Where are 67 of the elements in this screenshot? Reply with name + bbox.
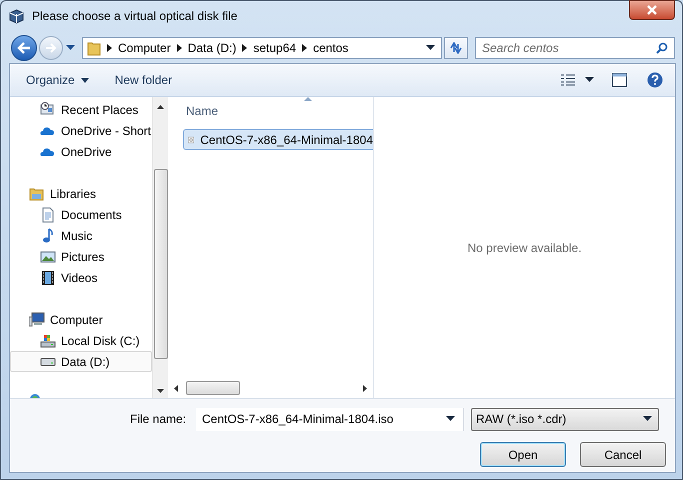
breadcrumb[interactable]: setup64 <box>253 39 296 57</box>
help-icon[interactable] <box>647 72 663 88</box>
scroll-up-arrow-icon[interactable] <box>157 105 164 109</box>
folder-icon <box>87 40 101 56</box>
nav-item[interactable]: Libraries <box>10 183 152 204</box>
close-button[interactable] <box>629 0 675 20</box>
scrollbar[interactable] <box>152 97 168 398</box>
file-item[interactable]: CentOS-7-x86_64-Minimal-1804 <box>183 129 373 150</box>
document-icon <box>40 206 56 222</box>
search-icon[interactable] <box>656 42 668 54</box>
nav-item[interactable]: OneDrive - Short <box>10 120 152 141</box>
chevron-icon[interactable] <box>242 44 248 52</box>
nav-item[interactable]: Documents <box>10 204 152 225</box>
computer-icon <box>29 312 45 328</box>
dialog-button[interactable]: Open <box>480 442 566 467</box>
back-button[interactable] <box>11 35 37 61</box>
folder-icon <box>29 186 45 202</box>
dropdown-arrow-icon[interactable] <box>643 416 652 422</box>
dialog-button[interactable]: Cancel <box>580 442 666 467</box>
nav-item[interactable]: Computer <box>10 309 152 330</box>
address-bar[interactable]: Computer Data (D:) setup64 centos <box>82 37 442 59</box>
sort-arrow-icon <box>304 97 312 101</box>
chevron-icon[interactable] <box>302 44 308 52</box>
nav-item[interactable]: Music <box>10 225 152 246</box>
nav-item[interactable]: Local Disk (C:) <box>10 330 152 351</box>
back-arrow-icon[interactable] <box>17 42 31 54</box>
dropdown-arrow-icon[interactable] <box>585 77 594 83</box>
search-field[interactable]: Search centos <box>475 37 675 59</box>
nav-item[interactable]: Recent Places <box>10 99 152 120</box>
preview-message: No preview available. <box>467 240 582 256</box>
breadcrumb[interactable]: Data (D:) <box>188 39 236 57</box>
nav-item[interactable]: OneDrive <box>10 141 152 162</box>
view-options-button[interactable] <box>561 74 594 86</box>
picture-icon <box>40 248 56 264</box>
scroll-down-arrow-icon[interactable] <box>157 389 164 393</box>
toolbar-button[interactable]: New folder <box>108 71 178 89</box>
file-type-dropdown[interactable]: RAW (*.iso *.cdr) <box>471 408 659 430</box>
breadcrumb[interactable]: centos <box>313 39 348 57</box>
refresh-icon[interactable] <box>449 42 463 54</box>
drive-icon <box>40 332 56 348</box>
column-header[interactable]: Name <box>186 102 218 120</box>
window-title: Please choose a virtual optical disk file <box>32 8 238 25</box>
nav-item[interactable]: Videos <box>10 267 152 288</box>
scroll-right-arrow-icon[interactable] <box>363 384 367 392</box>
clock-icon <box>40 102 56 118</box>
dropdown-arrow-icon[interactable] <box>446 416 455 422</box>
dropdown-arrow-icon[interactable] <box>80 78 89 82</box>
close-icon[interactable] <box>646 5 658 15</box>
app-icon <box>9 8 24 24</box>
chevron-icon[interactable] <box>176 44 182 52</box>
chevron-icon[interactable] <box>107 44 112 52</box>
nav-item[interactable]: Data (D:) <box>10 351 152 372</box>
dropdown-arrow-icon[interactable] <box>66 45 75 51</box>
preview-pane-icon[interactable] <box>612 73 627 87</box>
refresh-button[interactable] <box>444 37 468 59</box>
file-name-label: File name: <box>130 411 188 428</box>
music-note-icon <box>40 228 56 244</box>
network-icon <box>29 391 41 398</box>
film-icon <box>40 270 56 286</box>
dropdown-arrow-icon[interactable] <box>426 45 435 51</box>
nav-item[interactable]: Pictures <box>10 246 152 267</box>
file-name-field[interactable]: CentOS-7-x86_64-Minimal-1804.iso <box>196 408 464 430</box>
scroll-left-arrow-icon[interactable] <box>174 384 178 392</box>
toolbar-button[interactable]: Organize <box>20 71 95 89</box>
list-view-icon[interactable] <box>561 74 575 86</box>
drive-icon <box>40 358 56 366</box>
breadcrumb[interactable]: Computer <box>118 39 171 57</box>
